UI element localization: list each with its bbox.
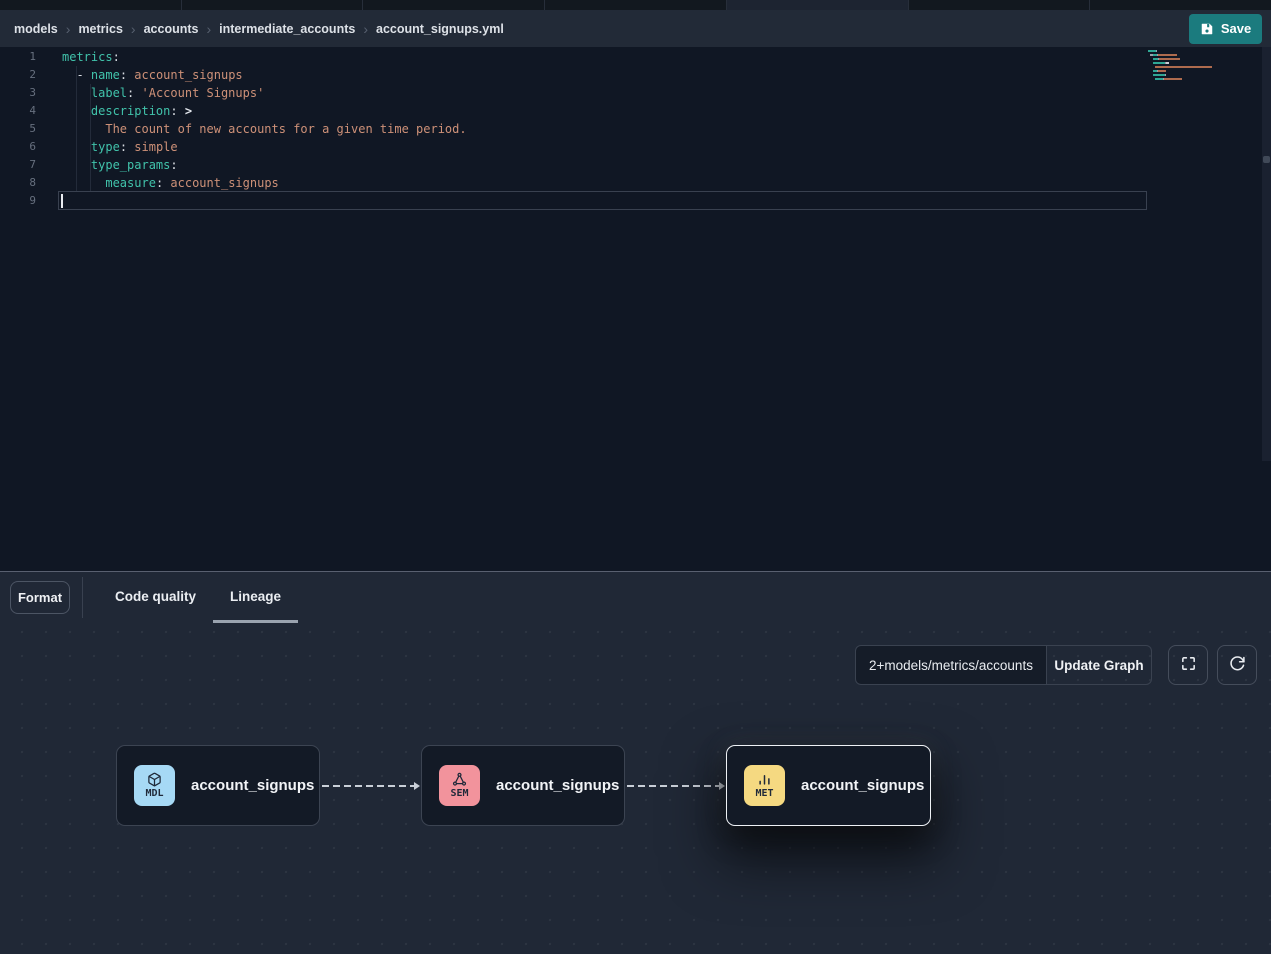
chevron-right-icon: ›	[363, 22, 368, 36]
code-text: - name: account_signups	[62, 66, 243, 84]
minimap-line	[1148, 74, 1253, 76]
lineage-node-mdl[interactable]: MDL account_signups	[116, 745, 320, 826]
code-line[interactable]: 2 - name: account_signups	[0, 66, 1271, 84]
code-text: description: >	[62, 102, 192, 120]
breadcrumb: models › metrics › accounts › intermediate_acc…	[14, 22, 504, 36]
chevron-right-icon: ›	[66, 22, 71, 36]
editor-tab[interactable]	[182, 0, 364, 10]
line-number: 4	[0, 102, 36, 120]
chart-icon: MET	[744, 765, 785, 806]
panel-toolbar: Format Code qualityLineage	[0, 572, 1271, 630]
bottom-panel: Format Code qualityLineage Update Graph	[0, 572, 1271, 954]
edge-arrow-icon	[414, 782, 420, 790]
line-number: 3	[0, 84, 36, 102]
minimap-line	[1148, 50, 1253, 52]
node-badge-label: SEM	[450, 788, 468, 799]
node-title: account_signups	[801, 777, 924, 794]
code-line[interactable]: 8 measure: account_signups	[0, 174, 1271, 192]
save-icon	[1200, 22, 1214, 36]
chevron-right-icon: ›	[131, 22, 136, 36]
editor-tab-strip	[0, 0, 1271, 10]
tab-code-quality[interactable]: Code quality	[98, 572, 213, 623]
minimap-line	[1148, 78, 1253, 80]
node-title: account_signups	[496, 777, 619, 794]
lineage-node-met[interactable]: MET account_signups	[726, 745, 931, 826]
minimap[interactable]	[1148, 50, 1253, 82]
breadcrumb-item[interactable]: metrics	[78, 22, 122, 36]
cube-icon: MDL	[134, 765, 175, 806]
refresh-button[interactable]	[1217, 645, 1257, 685]
format-button[interactable]: Format	[10, 581, 70, 614]
code-line[interactable]: 1 metrics:	[0, 48, 1271, 66]
tab-lineage[interactable]: Lineage	[213, 572, 298, 623]
toolbar-divider	[82, 577, 83, 618]
code-lines: 1metrics:2 - name: account_signups3 labe…	[0, 48, 1271, 210]
lineage-edge	[627, 785, 724, 787]
code-text: measure: account_signups	[62, 174, 279, 192]
code-text: label: 'Account Signups'	[62, 84, 264, 102]
network-icon: SEM	[439, 765, 480, 806]
breadcrumb-item[interactable]: accounts	[144, 22, 199, 36]
line-number: 8	[0, 174, 36, 192]
editor-tab[interactable]	[545, 0, 727, 10]
code-line[interactable]: 6 type: simple	[0, 138, 1271, 156]
text-cursor	[61, 194, 63, 208]
code-editor[interactable]: 1metrics:2 - name: account_signups3 labe…	[0, 47, 1271, 571]
line-number: 7	[0, 156, 36, 174]
indent-guide	[90, 84, 91, 192]
lineage-selector-input[interactable]	[855, 645, 1047, 685]
editor-tab[interactable]	[727, 0, 909, 10]
panel-tabs: Code qualityLineage	[98, 572, 298, 623]
line-number: 5	[0, 120, 36, 138]
save-label: Save	[1221, 21, 1251, 36]
code-text: type_params:	[62, 156, 178, 174]
line-number: 2	[0, 66, 36, 84]
save-button[interactable]: Save	[1189, 14, 1262, 44]
minimap-line	[1148, 62, 1253, 64]
line-number: 6	[0, 138, 36, 156]
code-line[interactable]: 5 The count of new accounts for a given …	[0, 120, 1271, 138]
node-badge-label: MET	[755, 788, 773, 799]
refresh-icon	[1229, 655, 1246, 675]
editor-tab[interactable]	[909, 0, 1091, 10]
breadcrumb-item[interactable]: intermediate_accounts	[219, 22, 355, 36]
indent-guide	[76, 66, 77, 192]
minimap-line	[1148, 58, 1253, 60]
chevron-right-icon: ›	[206, 22, 211, 36]
editor-tab[interactable]	[1090, 0, 1271, 10]
code-text: type: simple	[62, 138, 178, 156]
fullscreen-icon	[1180, 655, 1197, 675]
lineage-canvas[interactable]: Update Graph	[0, 630, 1271, 954]
minimap-line	[1148, 54, 1253, 56]
code-line[interactable]: 4 description: >	[0, 102, 1271, 120]
update-graph-button[interactable]: Update Graph	[1047, 645, 1152, 685]
line-number: 9	[0, 192, 36, 210]
editor-tab[interactable]	[0, 0, 182, 10]
breadcrumb-bar: models › metrics › accounts › intermediate_acc…	[0, 10, 1271, 47]
minimap-line	[1148, 70, 1253, 72]
code-line[interactable]: 3 label: 'Account Signups'	[0, 84, 1271, 102]
editor-tab[interactable]	[363, 0, 545, 10]
breadcrumb-item[interactable]: account_signups.yml	[376, 22, 504, 36]
code-line[interactable]: 7 type_params:	[0, 156, 1271, 174]
code-text: metrics:	[62, 48, 120, 66]
lineage-edge	[322, 785, 419, 787]
node-badge-label: MDL	[145, 788, 163, 799]
lineage-node-sem[interactable]: SEM account_signups	[421, 745, 625, 826]
code-text: The count of new accounts for a given ti…	[62, 120, 467, 138]
scrollbar-thumb[interactable]	[1263, 156, 1270, 163]
editor-scrollbar[interactable]	[1262, 47, 1271, 461]
breadcrumb-item[interactable]: models	[14, 22, 58, 36]
node-title: account_signups	[191, 777, 314, 794]
current-line-highlight	[58, 191, 1147, 210]
app-window: models › metrics › accounts › intermediate_acc…	[0, 0, 1271, 954]
edge-arrow-icon	[719, 782, 725, 790]
graph-controls: Update Graph	[855, 645, 1257, 685]
minimap-line	[1148, 66, 1253, 68]
line-number: 1	[0, 48, 36, 66]
fullscreen-button[interactable]	[1168, 645, 1208, 685]
